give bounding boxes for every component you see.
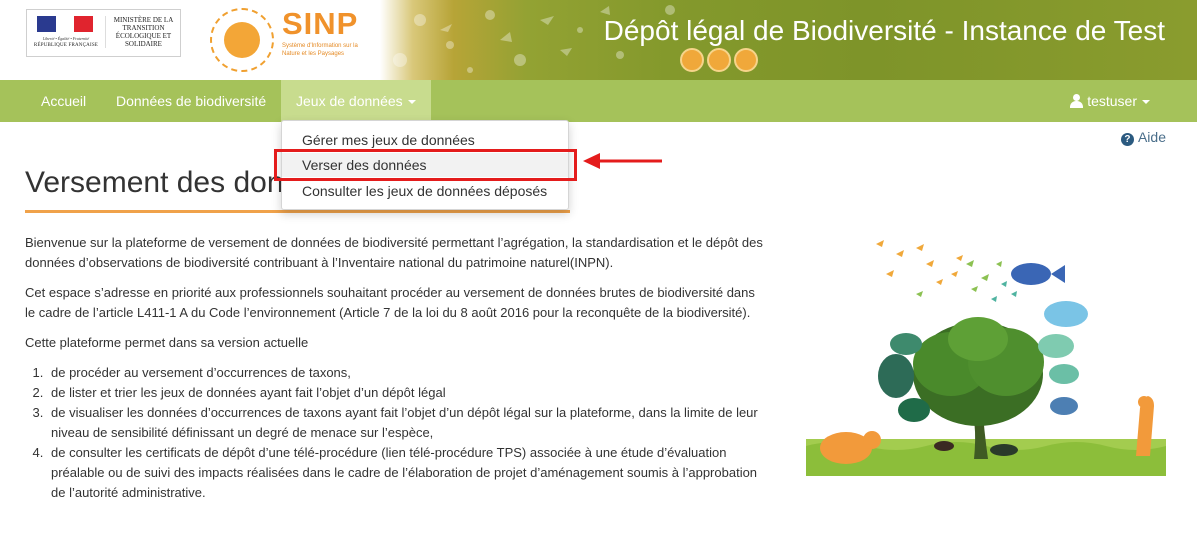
sinp-seal bbox=[210, 8, 274, 72]
bird-icon bbox=[680, 48, 704, 72]
nav-accueil[interactable]: Accueil bbox=[26, 80, 101, 122]
marianne-flag bbox=[37, 16, 94, 32]
user-name: testuser bbox=[1087, 93, 1137, 109]
biodiversity-tree-illustration bbox=[806, 240, 1166, 476]
caret-down-icon bbox=[407, 100, 416, 105]
main-navbar: Accueil Données de biodiversité Jeux de … bbox=[0, 80, 1197, 122]
user-menu[interactable]: testuser bbox=[1055, 80, 1165, 122]
bird-icon bbox=[734, 48, 758, 72]
nav-donnees-biodiversite[interactable]: Données de biodiversité bbox=[101, 80, 281, 122]
help-label: Aide bbox=[1137, 129, 1166, 145]
bird-icon bbox=[707, 48, 731, 72]
title-underline bbox=[25, 210, 570, 213]
caret-down-icon bbox=[1142, 100, 1150, 105]
features-intro: Cette plateforme permet dans sa version … bbox=[25, 335, 309, 350]
list-item: de consulter les certificats de dépôt d’… bbox=[47, 443, 765, 503]
question-circle-icon: ? bbox=[1120, 133, 1134, 146]
ministry-name: MINISTÈRE DE LA TRANSITION ÉCOLOGIQUE ET… bbox=[105, 16, 179, 48]
annotation-arrow-icon bbox=[583, 153, 662, 169]
intro-paragraph: Bienvenue sur la plateforme de versement… bbox=[25, 235, 763, 270]
site-banner: Liberté • Égalité • Fraternité RÉPUBLIQU… bbox=[0, 0, 1197, 80]
sinp-subtitle: Système d'Information sur la Nature et l… bbox=[282, 43, 358, 57]
menu-item-consulter-jeux[interactable]: Consulter les jeux de données déposés bbox=[282, 179, 568, 203]
list-item: de procéder au versement d’occurrences d… bbox=[47, 363, 765, 383]
list-item: de lister et trier les jeux de données a… bbox=[47, 383, 765, 403]
nav-jeux-de-donnees[interactable]: Jeux de données bbox=[281, 80, 431, 122]
bird-badges bbox=[680, 48, 758, 72]
features-list: de procéder au versement d’occurrences d… bbox=[47, 363, 765, 503]
page-content: Bienvenue sur la plateforme de versement… bbox=[25, 233, 765, 503]
nav-jeux-de-donnees-label: Jeux de données bbox=[296, 93, 403, 109]
republique-francaise-logo: Liberté • Égalité • Fraternité RÉPUBLIQU… bbox=[26, 9, 181, 57]
rf-motto: Liberté • Égalité • Fraternité bbox=[42, 36, 90, 41]
site-title: Dépôt légal de Biodiversité - Instance d… bbox=[603, 15, 1165, 46]
list-item: de visualiser les données d’occurrences … bbox=[47, 403, 765, 443]
audience-paragraph: Cet espace s’adresse en priorité aux pro… bbox=[25, 285, 755, 320]
sinp-name: SINP bbox=[282, 6, 359, 41]
help-link[interactable]: ? Aide bbox=[1120, 129, 1166, 146]
sinp-logo: SINP Système d'Information sur la Nature… bbox=[206, 2, 366, 72]
user-icon bbox=[1070, 94, 1084, 108]
annotation-highlight-box bbox=[274, 149, 577, 181]
rf-name: RÉPUBLIQUE FRANÇAISE bbox=[33, 43, 99, 48]
